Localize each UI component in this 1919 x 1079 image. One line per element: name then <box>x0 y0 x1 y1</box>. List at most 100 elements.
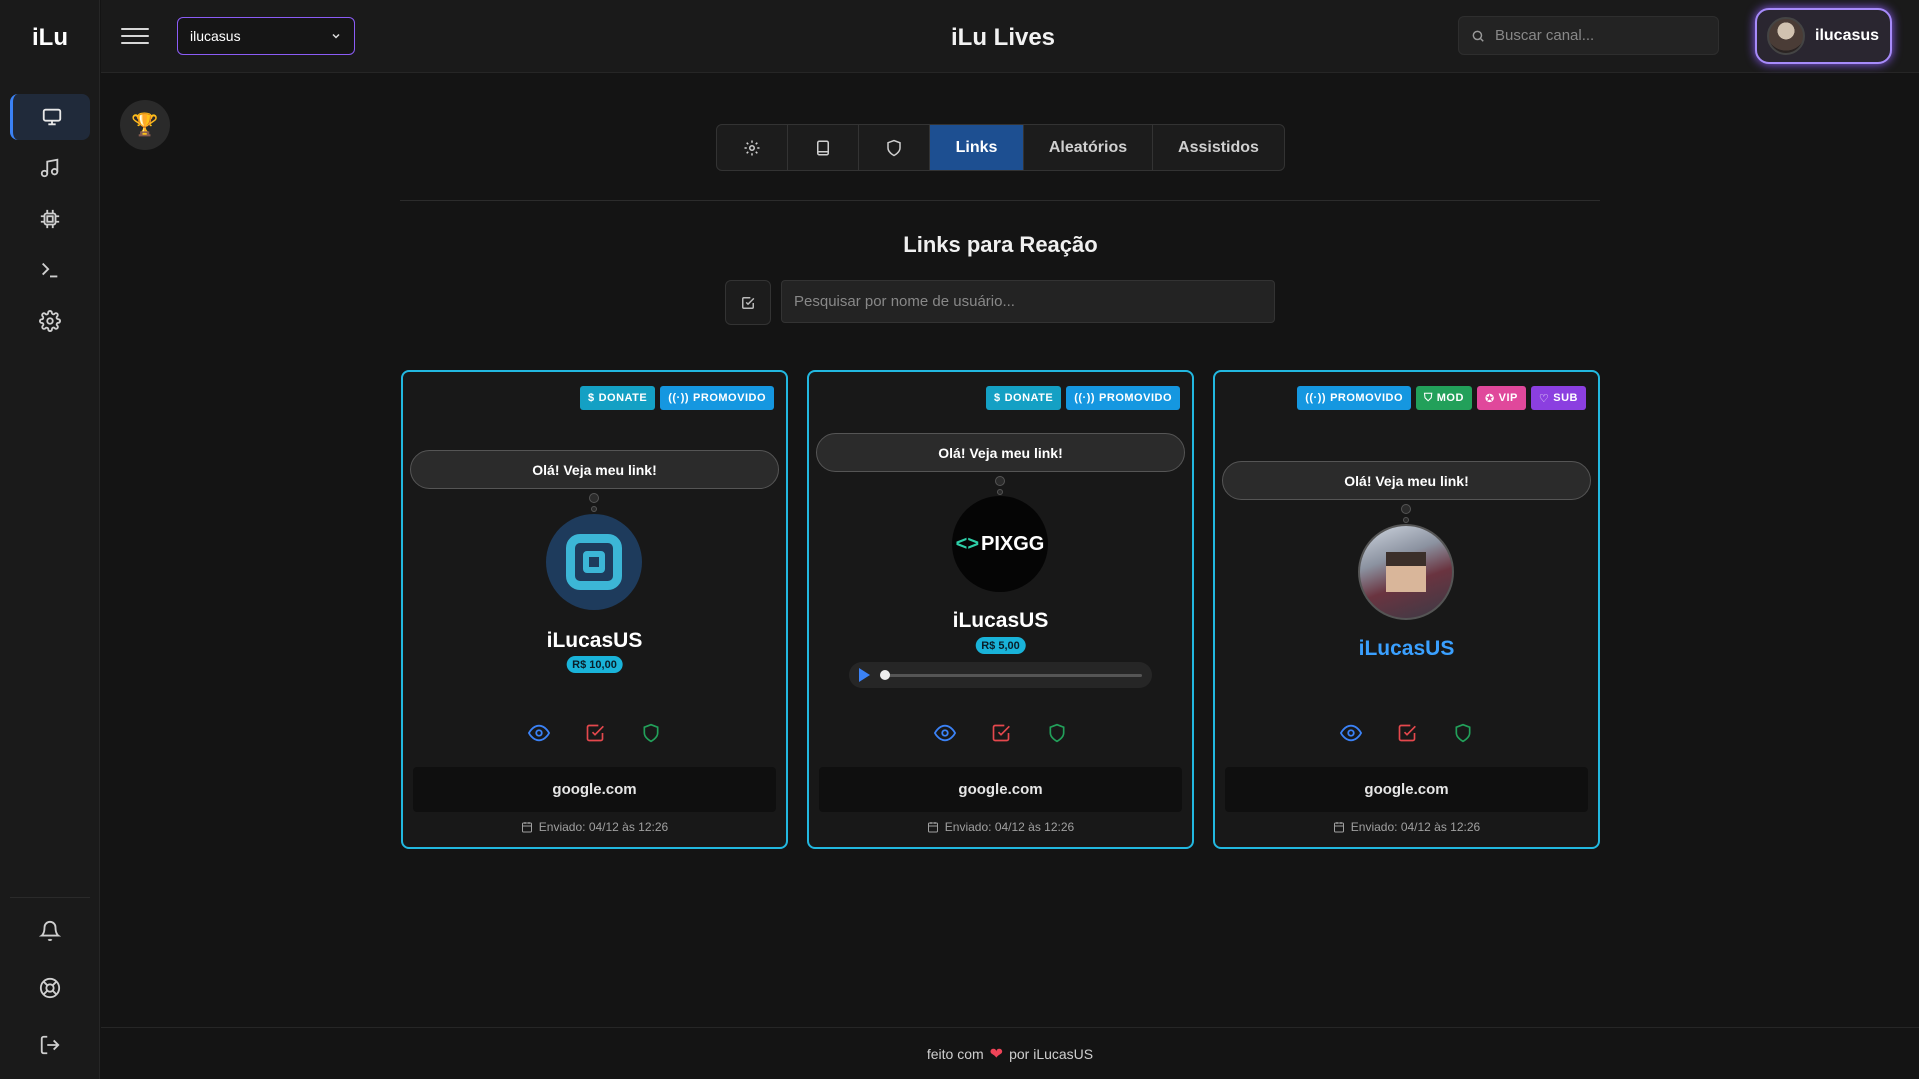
sidebar-item-notifications[interactable] <box>10 905 90 957</box>
card-username: iLucasUS <box>1358 637 1455 660</box>
heart-icon: ♡ <box>1538 392 1550 405</box>
audio-player <box>849 662 1152 688</box>
avatar <box>1767 17 1805 55</box>
link-card: ((·)) PROMOVIDO ⛉ MOD ✪ VIP ♡ SUB Olá! Veja … <box>1213 370 1600 849</box>
user-avatar: <> PIXGG <box>952 496 1048 592</box>
check-square-icon <box>586 724 604 742</box>
app-logo[interactable]: iLu <box>32 24 68 52</box>
moderate-button[interactable] <box>1452 722 1474 744</box>
shield-icon <box>1049 723 1064 743</box>
promoted-badge: ((·)) PROMOVIDO <box>1066 386 1180 410</box>
tab-watched[interactable]: Assistidos <box>1153 125 1284 170</box>
tab-random[interactable]: Aleatórios <box>1024 125 1153 170</box>
channel-select-value: ilucasus <box>190 28 241 44</box>
donation-amount: R$ 10,00 <box>566 656 623 673</box>
eye-icon <box>527 724 550 742</box>
calendar-icon <box>521 822 532 833</box>
footer-text-before: feito com <box>926 1045 984 1062</box>
card-username: iLucasUS <box>546 629 643 652</box>
link-url[interactable]: google.com <box>413 767 776 812</box>
sidebar-item-settings[interactable] <box>10 298 90 344</box>
mark-watched-button[interactable] <box>990 722 1012 744</box>
eye-icon <box>1339 724 1362 742</box>
channel-search-input[interactable] <box>1495 27 1705 44</box>
username-search-input[interactable] <box>794 293 1254 310</box>
hamburger-icon-line <box>121 42 149 44</box>
card-badges: $ DONATE ((·)) PROMOVIDO <box>579 386 774 410</box>
page-title: iLu Lives <box>951 24 1056 51</box>
sidebar-bottom-nav <box>10 905 90 1076</box>
mark-watched-button[interactable] <box>1396 722 1418 744</box>
tab-links[interactable]: Links <box>930 125 1024 170</box>
card-badges: $ DONATE ((·)) PROMOVIDO <box>985 386 1180 410</box>
pixgg-logo-icon: <> <box>955 532 979 555</box>
hamburger-icon-line <box>121 35 149 37</box>
card-actions <box>403 722 786 744</box>
sent-timestamp: Enviado: 04/12 às 12:26 <box>809 820 1192 834</box>
sent-timestamp: Enviado: 04/12 às 12:26 <box>403 820 786 834</box>
sidebar-nav <box>10 94 90 349</box>
top-header: ilucasus iLu Lives ilucasus <box>101 0 1919 73</box>
bubble-dot <box>1401 504 1411 514</box>
link-card: $ DONATE ((·)) PROMOVIDO Olá! Veja meu lin… <box>807 370 1194 849</box>
app: iLu ilucasus iLu Lives Buscar canal... i… <box>0 0 1919 1079</box>
chip-icon <box>40 209 60 229</box>
mark-watched-button[interactable] <box>584 722 606 744</box>
channel-select[interactable]: ilucasus <box>177 17 355 55</box>
link-url[interactable]: google.com <box>819 767 1182 812</box>
sidebar-item-lives[interactable] <box>10 94 90 140</box>
view-button[interactable] <box>1339 722 1362 744</box>
sidebar: iLu <box>0 0 100 1079</box>
section-divider <box>400 200 1600 201</box>
mod-badge: ⛉ MOD <box>1416 386 1472 410</box>
audio-progress-handle[interactable] <box>880 669 890 680</box>
check-square-icon <box>992 724 1010 742</box>
tab-settings[interactable] <box>717 125 788 170</box>
shield-icon: ⛉ <box>1424 391 1433 404</box>
donation-amount: R$ 5,00 <box>975 637 1026 654</box>
dollar-icon: $ <box>587 392 595 404</box>
sub-badge: ♡ SUB <box>1530 386 1586 410</box>
calendar-icon <box>1333 822 1344 833</box>
tab-shield[interactable] <box>859 125 930 170</box>
bubble-dot <box>589 493 599 503</box>
vip-badge: ✪ VIP <box>1476 386 1526 410</box>
audio-progress-track[interactable] <box>880 669 1142 680</box>
card-actions <box>809 722 1192 744</box>
sidebar-item-logout[interactable] <box>10 1019 90 1071</box>
tab-book[interactable] <box>788 125 859 170</box>
promoted-badge: ((·)) PROMOVIDO <box>1297 386 1412 410</box>
moderate-button[interactable] <box>640 722 662 744</box>
menu-toggle-button[interactable] <box>121 22 149 50</box>
card-actions <box>1215 722 1598 744</box>
heart-icon: ❤ <box>989 1045 1004 1063</box>
donate-badge: $ DONATE <box>985 386 1062 410</box>
terminal-icon <box>42 262 58 278</box>
search-icon <box>1472 30 1484 42</box>
sidebar-item-help[interactable] <box>10 962 90 1014</box>
bubble-dot <box>995 476 1005 486</box>
shield-icon <box>1455 723 1470 743</box>
sidebar-item-music[interactable] <box>10 145 90 191</box>
music-icon <box>40 158 59 178</box>
message-bubble: Olá! Veja meu link! <box>816 433 1185 472</box>
message-bubble: Olá! Veja meu link! <box>1222 461 1591 500</box>
gear-icon <box>39 310 61 332</box>
sent-timestamp: Enviado: 04/12 às 12:26 <box>1215 820 1598 834</box>
trophy-button[interactable]: 🏆 <box>120 100 170 150</box>
eye-icon <box>933 724 956 742</box>
user-menu-button[interactable]: ilucasus <box>1755 8 1892 64</box>
view-button[interactable] <box>933 722 956 744</box>
gear-icon <box>744 140 760 155</box>
donate-badge: $ DONATE <box>579 386 656 410</box>
card-badges: ((·)) PROMOVIDO ⛉ MOD ✪ VIP ♡ SUB <box>1297 386 1586 410</box>
view-button[interactable] <box>527 722 550 744</box>
link-url[interactable]: google.com <box>1225 767 1588 812</box>
select-all-button[interactable] <box>725 280 771 325</box>
check-square-icon <box>1398 724 1416 742</box>
tab-bar: Links Aleatórios Assistidos <box>716 124 1285 171</box>
bubble-dot <box>997 489 1003 495</box>
moderate-button[interactable] <box>1046 722 1068 744</box>
play-icon[interactable] <box>859 668 870 682</box>
user-name: ilucasus <box>1815 27 1880 44</box>
